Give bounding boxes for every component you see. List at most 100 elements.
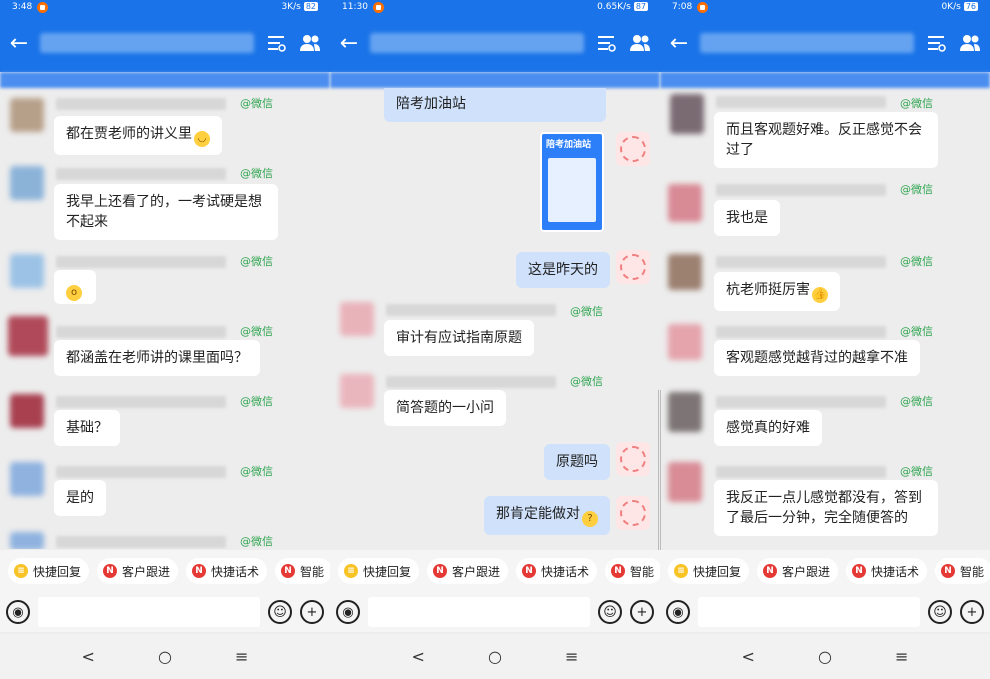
- nav-back-button[interactable]: <: [412, 647, 425, 666]
- quick-reply-button[interactable]: ≡ 快捷回复: [338, 558, 420, 584]
- message-bubble[interactable]: 基础？: [54, 410, 120, 446]
- nav-home-button[interactable]: ○: [158, 647, 172, 666]
- group-members-icon[interactable]: [298, 31, 322, 55]
- avatar[interactable]: [10, 98, 44, 132]
- battery-level: 82: [303, 2, 318, 11]
- smart-button[interactable]: N 智能: [935, 558, 990, 584]
- message-bubble[interactable]: 而且客观题好难。反正感觉不会 过了: [714, 112, 938, 168]
- message-bubble[interactable]: 客观题感觉越背过的越拿不准: [714, 340, 920, 376]
- avatar[interactable]: [10, 462, 44, 496]
- notification-icon: [37, 1, 49, 13]
- chat-panel-1: 3:48 3K/s 82 ← @微信 都在贾老师的讲义里 ◡ @微信 我早上还看了的…: [0, 0, 330, 679]
- message-bubble-mine[interactable]: 陪考加油站: [384, 88, 606, 122]
- plus-icon[interactable]: +: [960, 600, 984, 624]
- image-message[interactable]: 陪考加油站: [540, 132, 604, 232]
- message-bubble[interactable]: 简答题的一小问: [384, 390, 506, 426]
- customer-follow-button[interactable]: N 客户跟进: [97, 558, 179, 584]
- emoji-icon[interactable]: ☺: [268, 600, 292, 624]
- status-bar: 11:30 0.65K/s 87: [330, 0, 660, 14]
- customer-follow-button[interactable]: N 客户跟进: [757, 558, 839, 584]
- plus-icon[interactable]: +: [300, 600, 324, 624]
- quick-reply-button[interactable]: ≡ 快捷回复: [668, 558, 750, 584]
- voice-icon[interactable]: ◉: [666, 600, 690, 624]
- my-avatar[interactable]: [616, 442, 650, 476]
- avatar[interactable]: [668, 462, 702, 502]
- message-bubble[interactable]: 杭老师挺厉害 👍: [714, 272, 840, 311]
- group-members-icon[interactable]: [628, 31, 652, 55]
- message-bubble[interactable]: 都在贾老师的讲义里 ◡: [54, 116, 222, 155]
- nav-home-button[interactable]: ○: [818, 647, 832, 666]
- avatar[interactable]: [10, 166, 44, 200]
- customer-follow-button[interactable]: N 客户跟进: [427, 558, 509, 584]
- group-members-icon[interactable]: [958, 31, 982, 55]
- message-bubble[interactable]: o: [54, 270, 96, 304]
- message-bubble-mine[interactable]: 原题吗: [544, 444, 610, 480]
- sender-name-blurred: [716, 96, 886, 108]
- message-bubble-mine[interactable]: 那肯定能做对?: [484, 496, 610, 535]
- message-bubble[interactable]: 我早上还看了的，一考试硬是想 不起来: [54, 184, 278, 240]
- back-arrow-icon[interactable]: ←: [338, 31, 360, 56]
- message-bubble[interactable]: 都涵盖在老师讲的课里面吗？: [54, 340, 260, 376]
- quick-script-button[interactable]: N 快捷话术: [186, 558, 268, 584]
- quick-script-button[interactable]: N 快捷话术: [846, 558, 928, 584]
- message-input[interactable]: [368, 597, 590, 627]
- avatar[interactable]: [668, 324, 702, 360]
- avatar[interactable]: [340, 374, 374, 408]
- message-list[interactable]: 陪考加油站 陪考加油站 这是昨天的 @微信 审计有应试指南原题 @微信 简答题的…: [330, 88, 660, 549]
- message-bubble[interactable]: 我反正一点儿感觉都没有，答到 了最后一分钟，完全随便答的: [714, 480, 938, 536]
- message-text: 我反正一点儿感觉都没有，答到 了最后一分钟，完全随便答的: [726, 490, 922, 526]
- avatar[interactable]: [10, 254, 44, 288]
- message-input[interactable]: [38, 597, 260, 627]
- quick-actions-bar: ≡ 快捷回复 N 客户跟进 N 快捷话术 N 智能: [330, 550, 660, 592]
- smart-button[interactable]: N 智能: [605, 558, 660, 584]
- avatar[interactable]: [10, 394, 44, 428]
- nav-menu-button[interactable]: ≡: [565, 647, 578, 666]
- avatar[interactable]: [8, 316, 48, 356]
- my-avatar[interactable]: [616, 250, 650, 284]
- avatar[interactable]: [668, 254, 702, 290]
- message-text: 而且客观题好难。反正感觉不会 过了: [726, 122, 922, 158]
- avatar[interactable]: [668, 184, 702, 222]
- nav-home-button[interactable]: ○: [488, 647, 502, 666]
- smart-button[interactable]: N 智能: [275, 558, 330, 584]
- stamp-icon: [620, 446, 646, 472]
- scrollbar[interactable]: [658, 390, 659, 550]
- message-list[interactable]: @微信 而且客观题好难。反正感觉不会 过了 @微信 我也是 @微信 杭老师挺厉害…: [660, 88, 990, 549]
- nav-menu-button[interactable]: ≡: [895, 647, 908, 666]
- voice-icon[interactable]: ◉: [336, 600, 360, 624]
- message-bubble[interactable]: 我也是: [714, 200, 780, 236]
- message-bubble[interactable]: 审计有应试指南原题: [384, 320, 534, 356]
- customer-follow-icon: N: [433, 564, 448, 578]
- quick-reply-icon: ≡: [674, 564, 688, 578]
- message-list[interactable]: @微信 都在贾老师的讲义里 ◡ @微信 我早上还看了的，一考试硬是想 不起来 @微…: [0, 88, 330, 549]
- avatar[interactable]: [670, 94, 704, 134]
- nav-back-button[interactable]: <: [82, 647, 95, 666]
- nav-menu-button[interactable]: ≡: [235, 647, 248, 666]
- list-settings-icon[interactable]: [594, 31, 618, 55]
- back-arrow-icon[interactable]: ←: [668, 31, 690, 56]
- avatar[interactable]: [340, 302, 374, 336]
- message-bubble[interactable]: 感觉真的好难: [714, 410, 822, 446]
- plus-icon[interactable]: +: [630, 600, 654, 624]
- quick-reply-button[interactable]: ≡ 快捷回复: [8, 558, 90, 584]
- message-bubble-mine[interactable]: 这是昨天的: [516, 252, 610, 288]
- emoji-icon[interactable]: ☺: [598, 600, 622, 624]
- back-arrow-icon[interactable]: ←: [8, 31, 30, 56]
- message-text: 那肯定能做对: [496, 506, 580, 522]
- avatar[interactable]: [668, 392, 702, 432]
- my-avatar[interactable]: [616, 496, 650, 530]
- sender-name-blurred: [386, 376, 556, 388]
- message-input[interactable]: [698, 597, 920, 627]
- emoji-icon[interactable]: ☺: [928, 600, 952, 624]
- message-bubble[interactable]: 是的: [54, 480, 106, 516]
- list-settings-icon[interactable]: [924, 31, 948, 55]
- voice-icon[interactable]: ◉: [6, 600, 30, 624]
- nav-back-button[interactable]: <: [742, 647, 755, 666]
- quick-script-button[interactable]: N 快捷话术: [516, 558, 598, 584]
- list-settings-icon[interactable]: [264, 31, 288, 55]
- chat-header: ←: [660, 14, 990, 72]
- avatar[interactable]: [10, 532, 44, 549]
- my-avatar[interactable]: [616, 132, 650, 166]
- chat-header: ←: [330, 14, 660, 72]
- scrollbar[interactable]: [660, 390, 661, 550]
